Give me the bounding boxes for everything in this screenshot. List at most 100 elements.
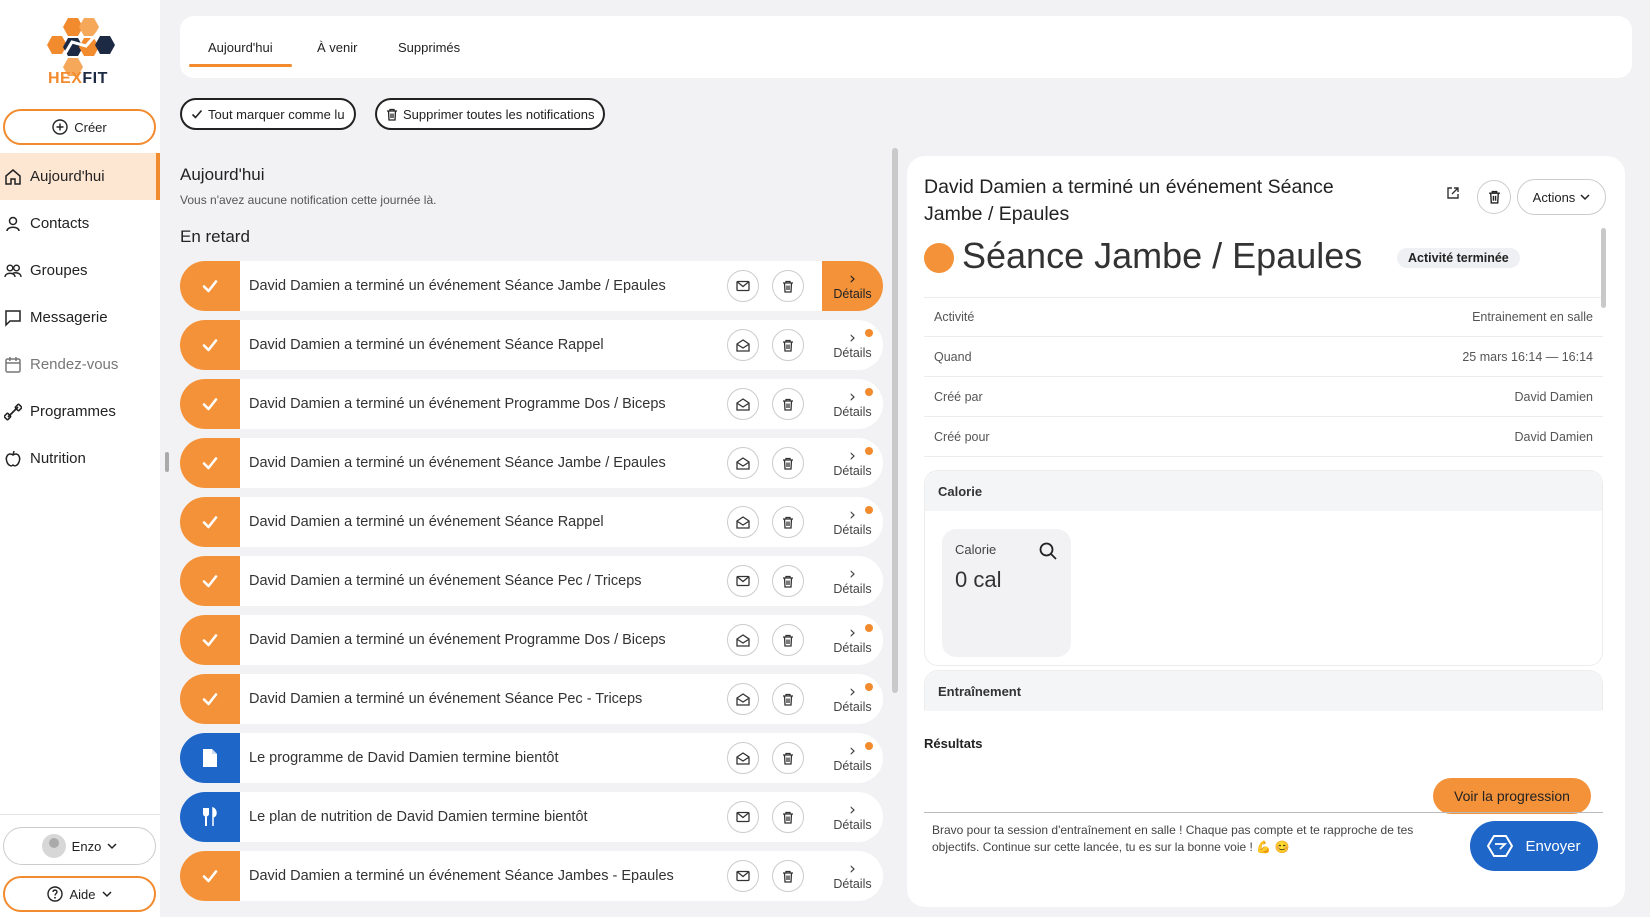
details-button[interactable]: › Détails xyxy=(822,438,883,488)
details-label: Détails xyxy=(833,641,872,655)
notification-row[interactable]: David Damien a terminé un événement Séan… xyxy=(180,497,883,547)
delete-notification-button[interactable] xyxy=(772,447,804,479)
sidebar-item-today[interactable]: Aujourd'hui xyxy=(0,153,160,200)
trash-icon xyxy=(783,870,793,883)
check-icon xyxy=(180,674,240,724)
delete-notification-button[interactable] xyxy=(772,329,804,361)
mark-read-button[interactable] xyxy=(727,270,759,302)
training-section[interactable]: Entraînement xyxy=(924,670,1603,711)
sidebar-resize-handle[interactable] xyxy=(165,452,169,472)
notification-row[interactable]: David Damien a terminé un événement Séan… xyxy=(180,320,883,370)
mark-unread-button[interactable] xyxy=(727,624,759,656)
check-icon xyxy=(180,556,240,606)
details-button[interactable]: › Détails xyxy=(822,851,883,901)
help-button[interactable]: Aide xyxy=(3,876,156,912)
mark-unread-button[interactable] xyxy=(727,683,759,715)
details-button[interactable]: › Détails xyxy=(822,615,883,665)
open-external-icon[interactable] xyxy=(1442,182,1464,204)
mark-unread-button[interactable] xyxy=(727,329,759,361)
delete-notification-button[interactable] xyxy=(772,683,804,715)
mark-unread-button[interactable] xyxy=(727,388,759,420)
details-button[interactable]: › Détails xyxy=(822,556,883,606)
notification-row[interactable]: Le plan de nutrition de David Damien ter… xyxy=(180,792,883,842)
mark-unread-button[interactable] xyxy=(727,742,759,774)
sidebar-divider xyxy=(0,814,160,815)
sidebar-item-label: Contacts xyxy=(30,215,90,232)
delete-notification-button[interactable] xyxy=(772,270,804,302)
mark-read-button[interactable] xyxy=(727,860,759,892)
info-value: David Damien xyxy=(1514,389,1593,404)
check-icon xyxy=(180,615,240,665)
notification-row[interactable]: David Damien a terminé un événement Séan… xyxy=(180,556,883,606)
sidebar-item-groups[interactable]: Groupes xyxy=(0,247,160,294)
delete-notification-button[interactable] xyxy=(772,860,804,892)
info-value: Entrainement en salle xyxy=(1472,310,1593,324)
notification-text: David Damien a terminé un événement Séan… xyxy=(249,514,604,530)
notification-row[interactable]: Le programme de David Damien termine bie… xyxy=(180,733,883,783)
details-label: Détails xyxy=(833,405,872,419)
chevron-down-icon xyxy=(1580,194,1590,201)
delete-notification-button[interactable] xyxy=(772,506,804,538)
training-section-header: Entraînement xyxy=(925,671,1602,711)
today-empty-message: Vous n'avez aucune notification cette jo… xyxy=(180,193,437,207)
help-label: Aide xyxy=(69,886,96,902)
delete-notification-button[interactable] xyxy=(772,565,804,597)
details-button[interactable]: › Détails xyxy=(822,497,883,547)
notification-row[interactable]: David Damien a terminé un événement Prog… xyxy=(180,379,883,429)
event-status-dot xyxy=(924,243,954,273)
tab-today[interactable]: Aujourd'hui xyxy=(189,40,292,67)
notification-row[interactable]: David Damien a terminé un événement Prog… xyxy=(180,615,883,665)
details-button[interactable]: › Détails xyxy=(822,792,883,842)
details-button[interactable]: › Détails xyxy=(822,320,883,370)
trash-icon xyxy=(783,575,793,588)
sidebar-item-contacts[interactable]: Contacts xyxy=(0,200,160,247)
search-icon[interactable] xyxy=(1038,541,1058,561)
info-label: Créé pour xyxy=(934,429,990,444)
mark-all-read-button[interactable]: Tout marquer comme lu xyxy=(180,98,356,130)
delete-all-button[interactable]: Supprimer toutes les notifications xyxy=(375,98,606,130)
home-icon xyxy=(5,168,21,185)
sidebar-item-appointments[interactable]: Rendez-vous xyxy=(0,341,160,388)
send-button[interactable]: Envoyer xyxy=(1470,821,1598,871)
create-button[interactable]: Créer xyxy=(3,109,156,145)
notification-row[interactable]: David Damien a terminé un événement Séan… xyxy=(180,438,883,488)
details-label: Détails xyxy=(833,877,872,891)
delete-notification-button[interactable] xyxy=(772,742,804,774)
unread-dot xyxy=(865,329,873,337)
calorie-section: Calorie Calorie 0 cal xyxy=(924,470,1603,666)
details-button[interactable]: › Détails xyxy=(822,261,883,311)
info-row-created-for: Créé pour David Damien xyxy=(924,417,1603,457)
notification-row[interactable]: David Damien a terminé un événement Séan… xyxy=(180,674,883,724)
detail-delete-button[interactable] xyxy=(1477,180,1511,214)
info-row-created-by: Créé par David Damien xyxy=(924,377,1603,417)
mark-unread-button[interactable] xyxy=(727,506,759,538)
mail-icon xyxy=(736,811,750,823)
sidebar-item-nutrition[interactable]: Nutrition xyxy=(0,435,160,482)
delete-notification-button[interactable] xyxy=(772,388,804,420)
notification-row[interactable]: David Damien a terminé un événement Séan… xyxy=(180,851,883,901)
user-menu-button[interactable]: Enzo xyxy=(3,827,156,865)
info-row-when: Quand 25 mars 16:14 — 16:14 xyxy=(924,337,1603,377)
actions-dropdown[interactable]: Actions xyxy=(1517,179,1606,215)
tab-deleted[interactable]: Supprimés xyxy=(398,40,460,55)
delete-notification-button[interactable] xyxy=(772,801,804,833)
details-button[interactable]: › Détails xyxy=(822,379,883,429)
sidebar-item-programs[interactable]: Programmes xyxy=(0,388,160,435)
sidebar-item-messaging[interactable]: Messagerie xyxy=(0,294,160,341)
details-button[interactable]: › Détails xyxy=(822,674,883,724)
mark-read-button[interactable] xyxy=(727,565,759,597)
mail-open-icon xyxy=(736,338,750,352)
notification-row[interactable]: David Damien a terminé un événement Séan… xyxy=(180,261,883,311)
list-scrollbar[interactable] xyxy=(892,148,898,693)
view-progress-button[interactable]: Voir la progression xyxy=(1433,778,1591,814)
message-input[interactable]: Bravo pour ta session d'entraînement en … xyxy=(932,822,1457,856)
mark-unread-button[interactable] xyxy=(727,447,759,479)
unread-dot xyxy=(865,447,873,455)
mark-read-button[interactable] xyxy=(727,801,759,833)
delete-notification-button[interactable] xyxy=(772,624,804,656)
avatar xyxy=(41,834,66,858)
tab-upcoming[interactable]: À venir xyxy=(317,40,357,55)
panel-scrollbar[interactable] xyxy=(1601,228,1606,308)
notification-text: Le programme de David Damien termine bie… xyxy=(249,750,559,766)
details-button[interactable]: › Détails xyxy=(822,733,883,783)
